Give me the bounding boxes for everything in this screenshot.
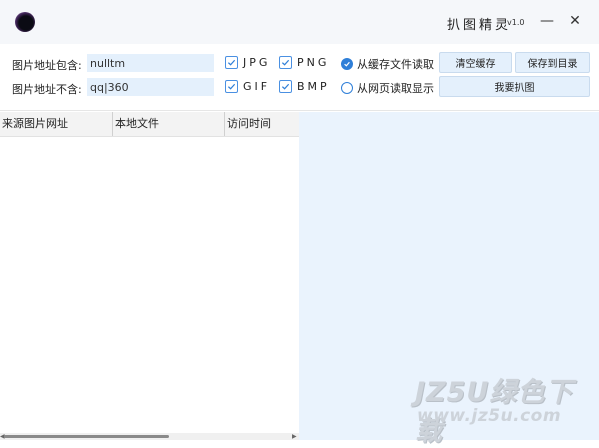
watermark-url: www.jz5u.com	[417, 406, 562, 426]
exclude-label: 图片地址不含:	[12, 83, 82, 96]
checkmark-icon	[225, 80, 238, 93]
app-version: v1.0	[507, 18, 525, 27]
radio-read-webpage[interactable]: 从网页读取显示	[341, 80, 434, 96]
jpg-label: JPG	[243, 56, 271, 69]
image-list-table: 来源图片网址 本地文件 访问时间 ◀ ▶	[0, 112, 299, 440]
image-preview-pane: JZ5U绿色下载 www.jz5u.com	[299, 112, 599, 447]
table-body[interactable]	[0, 137, 299, 431]
bmp-checkbox[interactable]: BMP	[279, 80, 330, 93]
clear-cache-button[interactable]: 清空缓存	[439, 52, 512, 73]
checkmark-icon	[279, 80, 292, 93]
jpg-checkbox[interactable]: JPG	[225, 56, 270, 69]
column-source-url[interactable]: 来源图片网址	[0, 112, 112, 136]
grab-images-button[interactable]: 我要扒图	[439, 76, 590, 97]
column-access-time[interactable]: 访问时间	[224, 112, 299, 136]
app-logo-icon	[15, 12, 35, 32]
save-to-directory-button[interactable]: 保存到目录	[515, 52, 590, 73]
radio-unchecked-icon	[341, 82, 353, 94]
minimize-icon: —	[540, 13, 554, 29]
checkmark-icon	[225, 56, 238, 69]
checkmark-icon	[279, 56, 292, 69]
scroll-right-icon[interactable]: ▶	[292, 433, 297, 440]
include-input[interactable]	[87, 54, 214, 72]
gif-checkbox[interactable]: GIF	[225, 80, 270, 93]
horizontal-scrollbar[interactable]: ◀ ▶	[0, 433, 299, 440]
png-checkbox[interactable]: PNG	[279, 56, 329, 69]
gif-label: GIF	[243, 80, 271, 93]
radio-read-cache-label: 从缓存文件读取	[357, 58, 434, 71]
column-local-file[interactable]: 本地文件	[112, 112, 224, 136]
minimize-button[interactable]: —	[534, 8, 560, 34]
include-label: 图片地址包含:	[12, 59, 82, 72]
bmp-label: BMP	[297, 80, 330, 93]
radio-checked-icon	[341, 58, 353, 70]
close-icon: ✕	[569, 13, 581, 29]
table-header: 来源图片网址 本地文件 访问时间	[0, 112, 299, 137]
filter-toolbar: 图片地址包含: 图片地址不含: JPG PNG GIF	[0, 44, 599, 111]
radio-read-webpage-label: 从网页读取显示	[357, 82, 434, 95]
title-bar: 扒图精灵 v1.0 — ✕	[0, 0, 599, 44]
close-button[interactable]: ✕	[562, 8, 588, 34]
exclude-input[interactable]	[87, 78, 214, 96]
app-window: 扒图精灵 v1.0 — ✕ 图片地址包含: 图片地址不含: JPG PNG	[0, 0, 599, 447]
png-label: PNG	[297, 56, 330, 69]
radio-read-cache[interactable]: 从缓存文件读取	[341, 56, 434, 72]
app-title: 扒图精灵	[447, 18, 512, 33]
scrollbar-thumb[interactable]	[4, 435, 169, 438]
